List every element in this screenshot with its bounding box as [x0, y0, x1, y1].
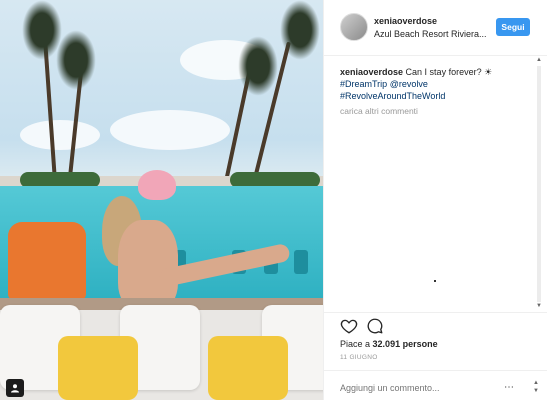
follow-button[interactable]: Segui [496, 18, 530, 36]
woman [118, 220, 178, 310]
heart-icon[interactable] [340, 317, 358, 335]
cloud [110, 110, 230, 150]
mention-link[interactable]: @revolve [390, 79, 428, 89]
post-date[interactable]: 11 GIUGNO [340, 354, 378, 361]
caption-text: Can I stay forever? ☀ [405, 67, 493, 77]
comment-input[interactable] [340, 381, 500, 395]
post-photo[interactable] [0, 0, 323, 400]
post-panel: xeniaoverdose Azul Beach Resort Riviera.… [323, 0, 547, 400]
username[interactable]: xeniaoverdose [374, 16, 437, 26]
pool-stool [294, 250, 308, 274]
likes-number: 32.091 [372, 339, 401, 349]
post-header: xeniaoverdose Azul Beach Resort Riviera.… [324, 0, 547, 56]
load-more-comments[interactable]: carica altri commenti [340, 106, 418, 116]
user-tag-icon[interactable] [6, 379, 24, 397]
palm-leaves [238, 36, 278, 96]
hashtag-link[interactable]: #RevolveAroundTheWorld [340, 91, 445, 101]
orange-chair [8, 222, 86, 300]
comment-bar: ⋯ ▲▼ [324, 370, 547, 400]
caption: xeniaoverdose Can I stay forever? ☀ #Dre… [340, 66, 530, 102]
comment-scroll-arrows[interactable]: ▲ ▼ [532, 379, 540, 395]
likes-suffix: persone [402, 339, 438, 349]
location[interactable]: Azul Beach Resort Riviera... [374, 29, 487, 39]
palm-leaves [56, 30, 96, 90]
divider [324, 312, 547, 313]
cushion-yellow [208, 336, 288, 400]
cushion-yellow [58, 336, 138, 400]
avatar[interactable] [340, 13, 368, 41]
comments-scrollbar[interactable]: ▲ ▼ [535, 56, 543, 312]
flamingo-float [138, 170, 176, 200]
likes-count[interactable]: Piace a 32.091 persone [340, 339, 438, 349]
scroll-down-icon[interactable]: ▼ [535, 302, 543, 310]
scroll-up-icon[interactable]: ▲ [535, 56, 543, 64]
hashtag-link[interactable]: #DreamTrip [340, 79, 387, 89]
palm-tree [43, 40, 57, 180]
caption-username[interactable]: xeniaoverdose [340, 67, 403, 77]
cloud [20, 120, 100, 150]
more-options-icon[interactable]: ⋯ [504, 383, 516, 393]
cursor-dot [434, 280, 436, 282]
comment-icon[interactable] [366, 317, 384, 335]
scroll-thumb[interactable] [537, 66, 541, 302]
likes-prefix: Piace a [340, 339, 371, 349]
palm-leaves [280, 0, 320, 60]
